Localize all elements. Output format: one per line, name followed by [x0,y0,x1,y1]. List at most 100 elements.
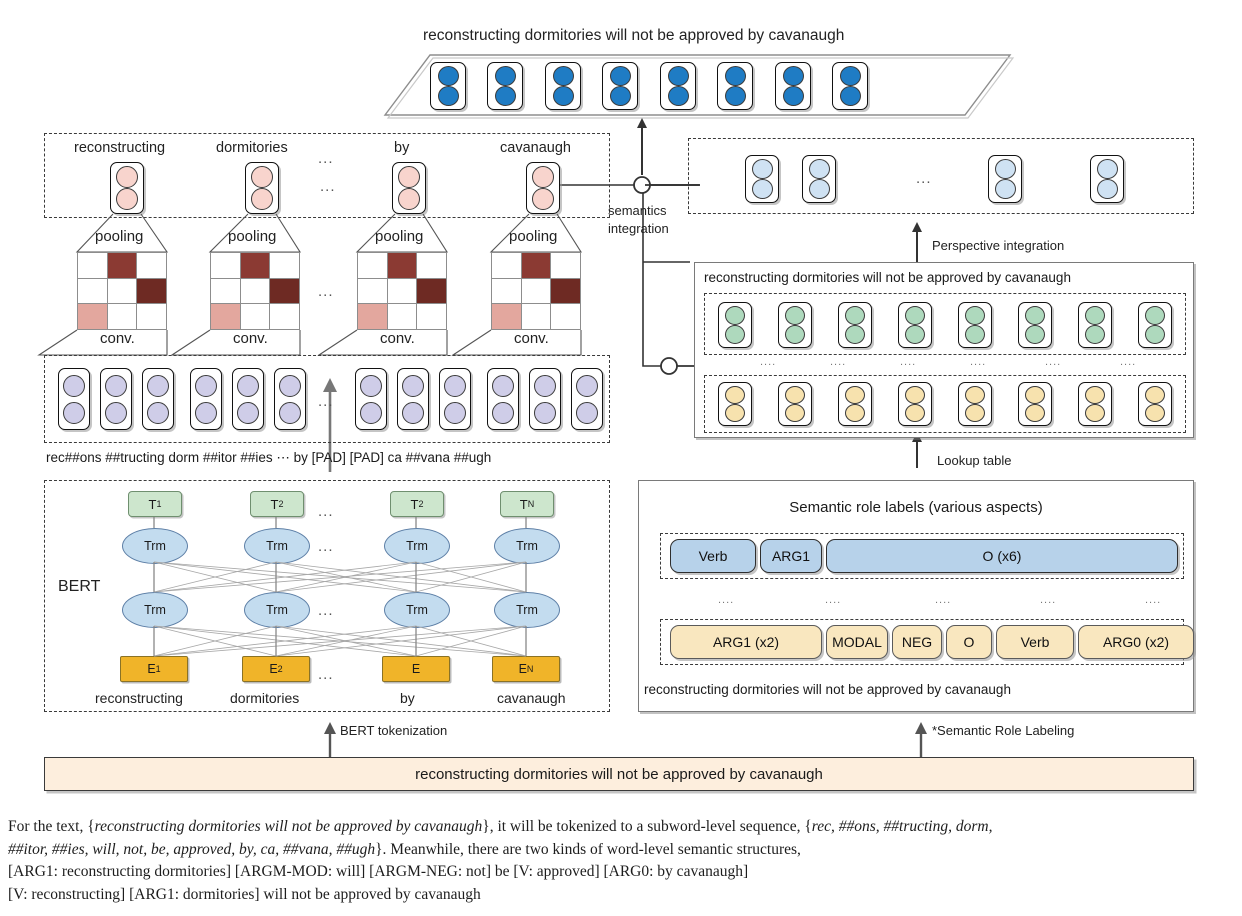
heat-cell [107,304,137,329]
srl-yellow-pill-0: ARG1 (x2) [670,625,822,659]
lookup-yellow-capsule-3 [898,382,932,426]
caption-line-2: ##itor, ##ies, will, not, be, approved, … [8,839,1236,862]
heat-cell [358,253,387,278]
pooling-label-0: pooling [95,228,144,245]
lookup-sep-dots-1: .... [830,356,847,368]
lookup-yellow-capsule-2 [838,382,872,426]
pooling-label-2: pooling [375,228,424,245]
caption-l1-a: For the text, { [8,818,95,835]
word-capsule-3 [526,162,560,214]
capsule-dot [808,179,830,199]
perspective-integration-label: Perspective integration [932,238,1065,253]
word-label-1: dormitories [216,140,288,156]
capsule-dot [492,401,514,424]
capsule-dot [965,404,985,422]
srl-yellow-pill-4: Verb [996,625,1074,659]
capsule-dot [1145,306,1165,325]
capsule-dot [725,386,745,404]
srl-yellow-pill-2: NEG [892,625,942,659]
srl-sep-dots-0: .... [718,594,735,606]
subword-capsule-3-0 [487,368,519,430]
heat-cell [137,304,166,329]
capsule-dot [785,325,805,344]
heat-cell [387,278,417,304]
heat-cell [417,253,446,278]
capsule-dot [751,159,773,179]
lookup-table-label: Lookup table [937,453,1012,468]
top-sentence-label: reconstructing dormitories will not be a… [423,27,845,44]
final-token-capsule [602,62,638,110]
capsule-dot [965,386,985,404]
heat-cell [78,253,107,278]
capsule-dot [1025,325,1045,344]
heat-cell [270,253,299,278]
heat-cell [492,304,521,329]
semantics-integration-label-2: integration [608,221,669,236]
lookup-green-capsule-1 [778,302,812,348]
capsule-dot [437,86,459,106]
heat-cell [240,304,270,329]
bert-word-3: cavanaugh [497,690,566,706]
capsule-dot [782,66,804,86]
perspective-capsule-3 [1090,155,1124,203]
capsule-dot [494,86,516,106]
capsule-dot [237,374,259,397]
capsule-dot [437,66,459,86]
final-token-capsule [775,62,811,110]
srl-sep-dots-1: .... [825,594,842,606]
capsule-dot [782,86,804,106]
perspective-capsule-1 [802,155,836,203]
lookup-sep-dots-4: .... [1045,356,1062,368]
lookup-yellow-capsule-6 [1078,382,1112,426]
lookup-yellow-row-box [704,375,1186,433]
bert-trm-0-2: Trm [384,528,450,564]
lookup-green-row-box [704,293,1186,355]
heat-cell [137,253,166,278]
perspective-capsule-2 [988,155,1022,203]
word-label-3: cavanaugh [500,140,571,156]
word-capsule-1 [245,162,279,214]
final-token-capsule [660,62,696,110]
capsule-dot [116,188,138,210]
capsule-dot [994,159,1016,179]
capsule-dot [1145,386,1165,404]
capsule-dot [494,66,516,86]
lookup-yellow-capsule-7 [1138,382,1172,426]
capsule-dot [532,188,554,210]
capsule-dot [839,66,861,86]
bert-trm-0-0: Trm [122,528,188,564]
subword-capsule-1-2 [274,368,306,430]
subword-capsule-2-1 [397,368,429,430]
lookup-yellow-capsule-1 [778,382,812,426]
subword-capsule-1-1 [232,368,264,430]
capsule-dot [398,188,420,210]
srl-yellow-pill-5: ARG0 (x2) [1078,625,1194,659]
conv-label-2: conv. [380,330,415,347]
input-sentence-text: reconstructing dormitories will not be a… [415,765,823,783]
capsule-dot [965,306,985,325]
lookup-sep-dots-0: .... [760,356,777,368]
lookup-green-capsule-7 [1138,302,1172,348]
bert-output-1: T2 [250,491,304,517]
lookup-green-capsule-0 [718,302,752,348]
capsule-dot [492,374,514,397]
bert-trm-1-0: Trm [122,592,188,628]
capsule-dot [195,401,217,424]
heat-cell [211,278,240,304]
capsule-dot [1085,386,1105,404]
conv-label-1: conv. [233,330,268,347]
capsule-dot [398,166,420,188]
srl-blue-pill-2: O (x6) [826,539,1178,573]
heat-cell [417,278,446,304]
capsule-dot [116,166,138,188]
lookup-green-capsule-2 [838,302,872,348]
bert-column-ellipsis-2: ... [318,602,334,619]
capsule-dot [63,374,85,397]
capsule-dot [552,66,574,86]
capsule-dot [534,401,556,424]
heat-cell [358,304,387,329]
capsule-dot [724,86,746,106]
heat-cell [240,253,270,278]
heat-cell [417,304,446,329]
bert-embedding-2: E [382,656,450,682]
